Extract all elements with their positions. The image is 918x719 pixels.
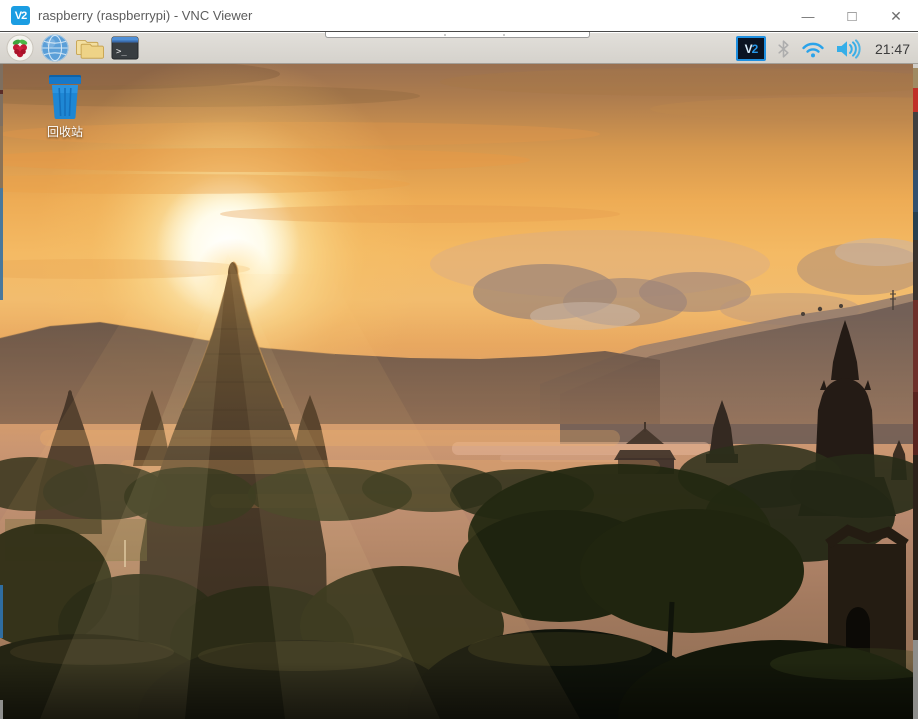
trash-icon[interactable]: 回收站 bbox=[30, 74, 100, 140]
right-edge-sliver bbox=[913, 68, 918, 88]
tab-dot bbox=[444, 34, 446, 36]
left-edge-sliver bbox=[0, 90, 3, 94]
file-manager-button[interactable] bbox=[76, 34, 104, 62]
vnc-tray-label-2: 2 bbox=[751, 41, 759, 56]
menu-button-raspberry[interactable] bbox=[6, 34, 34, 62]
left-edge-sliver bbox=[0, 126, 3, 188]
right-edge-sliver bbox=[913, 212, 918, 240]
tab-dot bbox=[503, 34, 505, 36]
maximize-button[interactable]: □ bbox=[830, 0, 874, 32]
desktop[interactable]: 回收站 bbox=[0, 64, 918, 719]
window-titlebar: V2 raspberry (raspberrypi) - VNC Viewer … bbox=[0, 0, 918, 32]
vnc-app-icon: V2 bbox=[11, 6, 30, 25]
bottom-vignette bbox=[0, 662, 918, 719]
bluetooth-icon[interactable] bbox=[777, 39, 790, 58]
taskbar-clock[interactable]: 21:47 bbox=[873, 41, 910, 57]
left-edge-sliver bbox=[0, 700, 3, 719]
browser-button[interactable] bbox=[41, 34, 69, 62]
right-edge-sliver bbox=[913, 640, 918, 719]
raspberry-icon bbox=[6, 34, 34, 62]
trash-label: 回收站 bbox=[46, 125, 83, 139]
globe-icon bbox=[41, 34, 69, 62]
volume-icon[interactable] bbox=[836, 38, 862, 59]
close-button[interactable]: ✕ bbox=[874, 0, 918, 32]
svg-text:>_: >_ bbox=[116, 47, 127, 57]
wifi-icon[interactable] bbox=[801, 40, 825, 58]
wallpaper-sunset-temples bbox=[0, 64, 918, 719]
vnc-viewer-window: V2 raspberry (raspberrypi) - VNC Viewer … bbox=[0, 0, 918, 719]
window-title: raspberry (raspberrypi) - VNC Viewer bbox=[38, 8, 253, 23]
right-edge-sliver bbox=[913, 392, 918, 455]
vnc-tray-label-v: V bbox=[744, 41, 753, 56]
folders-icon bbox=[76, 40, 104, 59]
terminal-button[interactable]: >_ bbox=[111, 34, 139, 62]
trash-can-glyph bbox=[49, 75, 81, 119]
right-edge-sliver bbox=[913, 455, 918, 640]
vnc-server-tray-icon[interactable]: V2 bbox=[735, 36, 766, 61]
left-edge-sliver bbox=[0, 188, 3, 300]
terminal-icon: >_ bbox=[111, 36, 139, 60]
right-edge-sliver bbox=[913, 300, 918, 392]
right-edge-sliver bbox=[913, 88, 918, 112]
left-edge-sliver bbox=[0, 585, 3, 638]
vnc-toolbar-tab[interactable] bbox=[325, 32, 590, 38]
right-edge-sliver bbox=[913, 240, 918, 300]
left-edge-sliver bbox=[0, 64, 3, 126]
minimize-button[interactable]: — bbox=[786, 0, 830, 32]
right-edge-sliver bbox=[913, 170, 918, 212]
right-edge-sliver bbox=[913, 112, 918, 170]
